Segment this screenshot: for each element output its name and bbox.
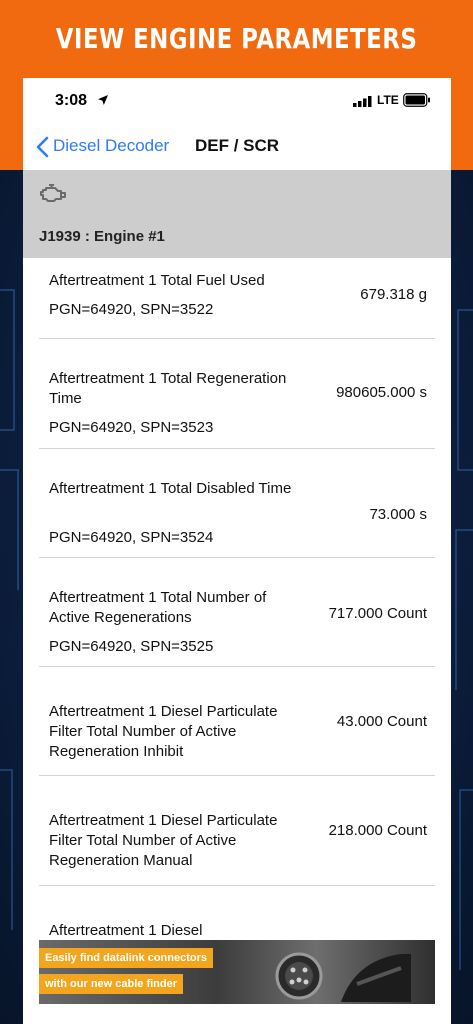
engine-icon — [40, 184, 66, 202]
status-time: 3:08 — [55, 92, 88, 109]
status-bar: 3:08 LTE — [23, 78, 451, 122]
banner-line-2: with our new cable finder — [39, 974, 184, 994]
datalink-connector-image — [275, 952, 411, 1002]
list-item[interactable]: Aftertreatment 1 Diesel Particulate Filt… — [39, 667, 435, 776]
list-item[interactable]: Aftertreatment 1 Total Regeneration Time… — [39, 339, 435, 449]
parameter-name: Aftertreatment 1 Total Number of Active … — [49, 589, 267, 626]
list-item[interactable]: Aftertreatment 1 Total Number of Active … — [39, 558, 435, 667]
parameter-name: Aftertreatment 1 Diesel — [49, 922, 203, 938]
list-item[interactable]: Aftertreatment 1 Diesel Particulate Filt… — [39, 776, 435, 886]
parameter-name: Aftertreatment 1 Total Fuel Used — [49, 272, 265, 289]
phone-screen: 3:08 LTE Diesel Decoder DEF / SCR J1939 … — [23, 78, 451, 1024]
signal-bars-icon — [353, 96, 372, 107]
parameter-pgn: PGN=64920, SPN=3522 — [49, 301, 214, 318]
section-header: J1939 : Engine #1 — [23, 170, 451, 258]
navigation-bar: Diesel Decoder DEF / SCR — [23, 122, 451, 170]
battery-icon — [403, 93, 430, 107]
back-button[interactable]: Diesel Decoder — [53, 136, 169, 156]
parameter-list[interactable]: Aftertreatment 1 Total Fuel Used PGN=649… — [23, 258, 451, 938]
banner-line-1: Easily find datalink connectors — [39, 948, 213, 968]
parameter-value: 218.000 Count — [328, 822, 427, 839]
parameter-pgn: PGN=64920, SPN=3524 — [49, 529, 214, 546]
parameter-name: Aftertreatment 1 Total Disabled Time — [49, 480, 292, 497]
parameter-value: 717.000 Count — [328, 605, 427, 622]
parameter-value: 73.000 s — [369, 506, 427, 523]
parameter-pgn: PGN=64920, SPN=3523 — [49, 419, 214, 436]
location-arrow-icon — [98, 95, 108, 105]
cable-finder-ad-banner[interactable]: Easily find datalink connectors with our… — [39, 940, 435, 1004]
back-chevron-icon[interactable] — [35, 136, 49, 158]
list-item[interactable]: Aftertreatment 1 Total Disabled Time PGN… — [39, 449, 435, 558]
list-item[interactable]: Aftertreatment 1 Total Fuel Used PGN=649… — [39, 258, 435, 339]
promo-title: VIEW ENGINE PARAMETERS — [55, 22, 418, 55]
parameter-name: Aftertreatment 1 Total Regeneration Time — [49, 370, 287, 407]
parameter-value: 679.318 g — [360, 286, 427, 303]
parameter-name: Aftertreatment 1 Diesel Particulate Filt… — [49, 703, 278, 760]
parameter-value: 980605.000 s — [336, 384, 427, 401]
parameter-value: 43.000 Count — [336, 713, 427, 730]
parameter-pgn: PGN=64920, SPN=3525 — [49, 638, 214, 655]
network-type: LTE — [377, 93, 399, 107]
parameter-name: Aftertreatment 1 Diesel Particulate Filt… — [49, 812, 278, 869]
page-title: DEF / SCR — [195, 136, 280, 155]
list-item[interactable]: Aftertreatment 1 Diesel — [39, 886, 435, 938]
section-title: J1939 : Engine #1 — [39, 228, 165, 245]
